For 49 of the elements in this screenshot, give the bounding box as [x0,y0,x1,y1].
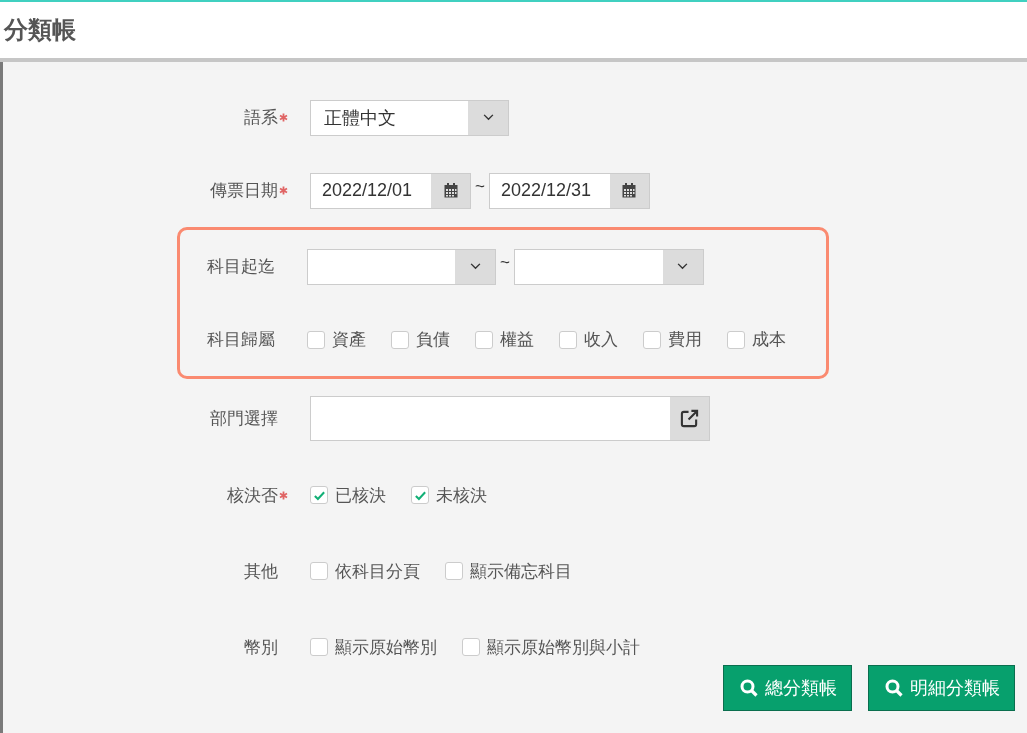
chevron-down-icon [482,114,494,121]
search-icon [885,679,903,697]
account-select[interactable] [307,248,496,285]
language-select[interactable]: 正體中文 [310,99,509,136]
checkbox-label: 已核決 [335,484,386,507]
checkbox[interactable] [310,562,328,580]
checkbox-label: 未核決 [436,484,487,507]
checkbox[interactable] [475,330,493,349]
checkbox[interactable] [462,638,480,656]
chevron-down-icon [677,263,689,270]
checkbox[interactable] [559,330,577,349]
range-separator: ~ [475,176,485,197]
external-link-icon [680,408,699,428]
date-field[interactable]: 2022/12/01 [310,172,471,209]
field-label: 科目歸屬 [207,329,275,351]
field-label: 語系 [244,107,278,129]
field-label: 科目起迄 [207,256,275,278]
checkbox[interactable] [391,330,409,349]
field-label: 核決否 [227,484,278,507]
checkbox[interactable] [411,486,429,504]
checkbox-label: 顯示備忘科目 [470,560,572,583]
checkbox-label: 收入 [584,329,618,351]
checkbox[interactable] [445,562,463,580]
checkbox[interactable] [727,330,745,349]
date-field[interactable]: 2022/12/31 [488,172,650,209]
checkbox[interactable] [307,330,325,349]
checkbox-label: 顯示原始幣別與小計 [487,636,640,659]
checkbox[interactable] [310,638,328,656]
search-icon [740,679,758,697]
field-label: 幣別 [244,636,278,659]
checkbox-label: 權益 [500,329,534,351]
field-label: 部門選擇 [210,407,278,430]
checkbox-label: 負債 [416,329,450,351]
checkbox-label: 成本 [752,329,786,351]
checkbox-label: 費用 [668,329,702,351]
department-field[interactable] [310,395,710,441]
page-title: 分類帳 [4,15,76,45]
range-separator: ~ [500,252,510,273]
checkbox[interactable] [643,330,661,349]
calendar-icon [443,183,458,198]
field-label: 傳票日期 [210,180,278,202]
calendar-icon [622,183,637,198]
field-label: 其他 [244,560,278,583]
chevron-down-icon [469,263,481,270]
checkbox-label: 資產 [332,329,366,351]
account-select[interactable] [513,248,704,285]
checkbox-label: 顯示原始幣別 [335,636,437,659]
checkbox[interactable] [310,486,328,504]
checkbox-label: 依科目分頁 [335,560,420,583]
